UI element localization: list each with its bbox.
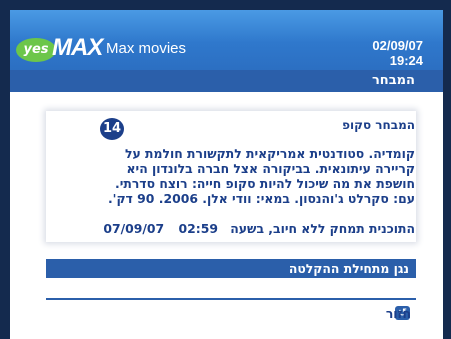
description-line: קריירה עיתונאית. בביקורה אצל חברה בלונדו… <box>126 161 415 176</box>
channel-title: Max movies <box>106 40 187 57</box>
yes-logo: yes <box>16 38 56 62</box>
description-line: חושפת את מה שיכול להיות סקופ חייה: רוצח … <box>115 176 415 191</box>
program-description: קומדיה. סטודנטית אמריקאית לתקשורת חולמת … <box>85 146 415 206</box>
age-rating-icon: 14 <box>100 118 124 140</box>
play-from-start-label[interactable]: נגן מתחילת ההקלטה <box>289 261 409 276</box>
screen-border-left <box>0 0 10 339</box>
section-title: המבחר <box>371 73 415 88</box>
schedule-date: 07/09/07 <box>103 221 165 236</box>
schedule-time: 02:59 <box>178 221 218 236</box>
description-line: קומדיה. סטודנטית אמריקאית לתקשורת חולמת … <box>124 146 415 161</box>
tv-screen: yes MAX Max movies 02/09/07 19:24 המבחר … <box>0 0 451 339</box>
screen-border-right <box>443 0 451 339</box>
program-title: המבחר סקופ <box>342 118 415 132</box>
current-date: 02/09/07 <box>372 38 423 53</box>
schedule-text: התוכנית תמחק ללא חיוב, בשעה <box>230 221 415 236</box>
back-button[interactable]: חזור <box>386 306 411 321</box>
max-logo: MAX <box>52 34 103 61</box>
deletion-schedule: התוכנית תמחק ללא חיוב, בשעה 02:59 07/09/… <box>103 221 415 236</box>
screen-border-top <box>0 0 451 10</box>
divider <box>46 298 416 300</box>
description-line: עם: סקרלט ג'והנסון. במאי: וודי אלן. 2006… <box>107 191 415 206</box>
current-time: 19:24 <box>389 53 423 68</box>
